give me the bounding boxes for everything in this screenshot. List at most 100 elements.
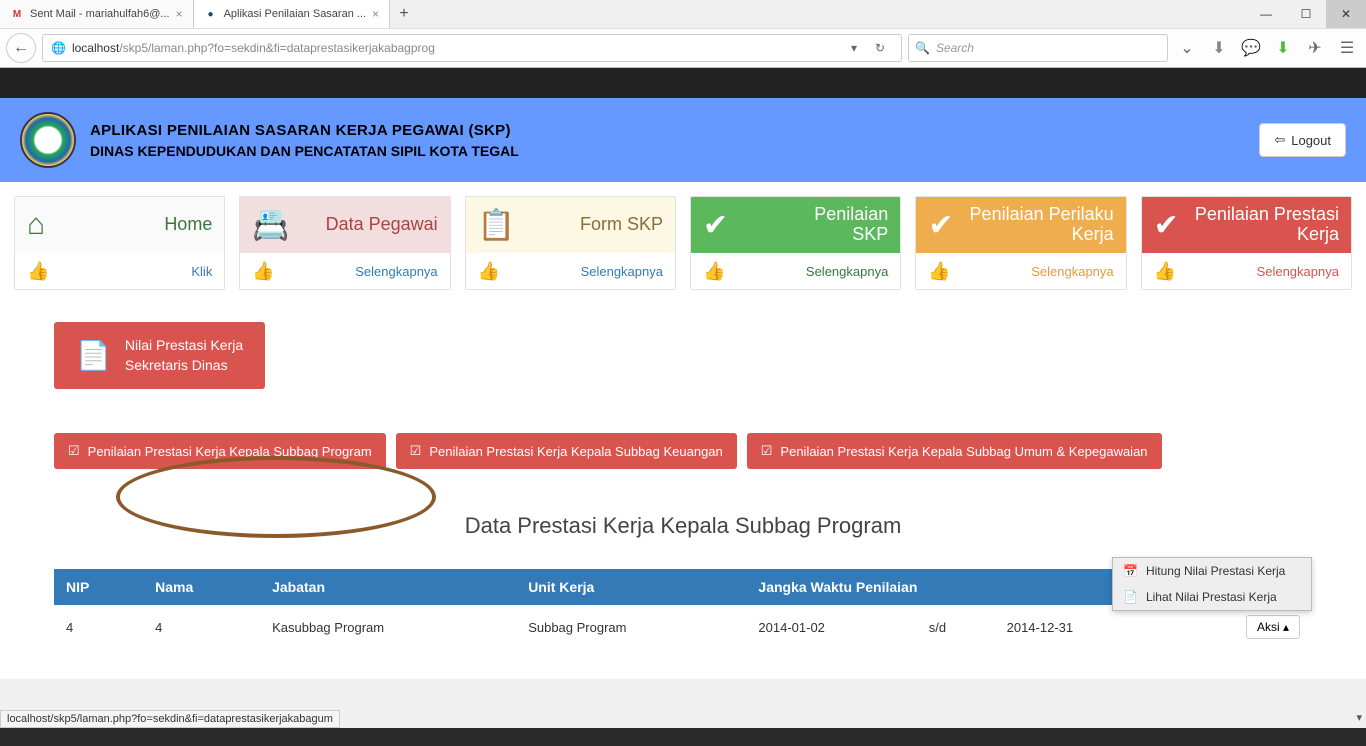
tab-button-1[interactable]: ☑Penilaian Prestasi Kerja Kepala Subbag … (396, 433, 737, 469)
logout-button[interactable]: ⇦ Logout (1259, 123, 1346, 157)
thumb-icon: 👍 (1154, 261, 1176, 282)
thumb-icon: 👍 (27, 261, 49, 282)
dark-strip (0, 68, 1366, 98)
history-dropdown-icon[interactable]: ▾ (841, 41, 867, 55)
tab-button-label: Penilaian Prestasi Kerja Kepala Subbag U… (780, 444, 1147, 459)
idm-icon[interactable]: ⬇ (1270, 38, 1296, 58)
close-icon[interactable]: × (176, 7, 183, 21)
tab-button-label: Penilaian Prestasi Kerja Kepala Subbag K… (429, 444, 722, 459)
dashboard-cards: ⌂Home👍Klik📇Data Pegawai👍Selengkapnya📋For… (0, 182, 1366, 298)
menu-item-lihat[interactable]: 📄 Lihat Nilai Prestasi Kerja (1113, 584, 1311, 610)
card-2[interactable]: 📋 Form SKP 👍 Selengkapnya (465, 196, 676, 290)
close-icon[interactable]: × (372, 7, 379, 21)
header-line1: APLIKASI PENILAIAN SASARAN KERJA PEGAWAI… (90, 122, 519, 139)
card-4[interactable]: ✔ Penilaian PerilakuKerja 👍 Selengkapnya (915, 196, 1126, 290)
cell-end: 2014-12-31 (995, 605, 1165, 649)
window-close-button[interactable]: ✕ (1326, 0, 1366, 28)
logout-icon: ⇦ (1274, 132, 1285, 148)
os-taskbar (0, 728, 1366, 746)
menu-item-hitung[interactable]: 📅 Hitung Nilai Prestasi Kerja (1113, 558, 1311, 584)
thumb-icon: 👍 (703, 261, 725, 282)
search-bar[interactable]: 🔍 Search (908, 34, 1168, 62)
tab-button-2[interactable]: ☑Penilaian Prestasi Kerja Kepala Subbag … (747, 433, 1162, 469)
card-0[interactable]: ⌂Home👍Klik (14, 196, 225, 290)
url-bar[interactable]: 🌐 localhost/skp5/laman.php?fo=sekdin&fi=… (42, 34, 902, 62)
th-nip: NIP (54, 569, 143, 605)
card-link[interactable]: Selengkapnya (355, 264, 437, 279)
send-icon[interactable]: ✈ (1302, 38, 1328, 58)
back-button[interactable]: ← (6, 33, 36, 63)
th-jabatan: Jabatan (260, 569, 516, 605)
card-title: Form SKP (580, 215, 663, 235)
new-tab-button[interactable]: + (390, 0, 418, 28)
card-icon: 📇 (252, 208, 289, 243)
caret-up-icon: ▴ (1283, 620, 1289, 634)
card-icon: ✔ (703, 208, 728, 243)
tab-app[interactable]: ● Aplikasi Penilaian Sasaran ... × (194, 0, 390, 28)
status-bar: localhost/skp5/laman.php?fo=sekdin&fi=da… (0, 710, 340, 728)
cell-start: 2014-01-02 (746, 605, 916, 649)
document-icon: 📄 (76, 339, 111, 372)
card-icon: 📋 (478, 208, 515, 243)
thumb-icon: 👍 (928, 261, 950, 282)
check-icon: ☑ (68, 443, 80, 459)
card-5[interactable]: ✔Penilaian PrestasiKerja👍Selengkapnya (1141, 196, 1352, 290)
card-3[interactable]: ✔PenilaianSKP👍Selengkapnya (690, 196, 901, 290)
table-wrapper: 📅 Hitung Nilai Prestasi Kerja 📄 Lihat Ni… (54, 569, 1312, 649)
maximize-button[interactable]: ☐ (1286, 0, 1326, 28)
card-link[interactable]: Klik (191, 264, 212, 279)
card-link[interactable]: Selengkapnya (581, 264, 663, 279)
chat-icon[interactable]: 💬 (1238, 38, 1264, 58)
tab-button-label: Penilaian Prestasi Kerja Kepala Subbag P… (88, 444, 372, 459)
search-placeholder: Search (936, 41, 974, 55)
downloads-icon[interactable]: ⬇ (1206, 38, 1232, 58)
cell-jabatan: Kasubbag Program (260, 605, 516, 649)
url-path: /skp5/laman.php?fo=sekdin&fi=dataprestas… (119, 41, 435, 55)
document-icon: 📄 (1123, 590, 1138, 604)
aksi-button[interactable]: Aksi ▴ (1246, 615, 1300, 639)
table-row: 4 4 Kasubbag Program Subbag Program 2014… (54, 605, 1312, 649)
card-icon: ⌂ (27, 208, 45, 242)
app-header: APLIKASI PENILAIAN SASARAN KERJA PEGAWAI… (0, 98, 1366, 182)
card-icon: ✔ (928, 208, 953, 243)
aksi-dropdown-menu: 📅 Hitung Nilai Prestasi Kerja 📄 Lihat Ni… (1112, 557, 1312, 611)
content-area: 📄 Nilai Prestasi Kerja Sekretaris Dinas … (0, 298, 1366, 679)
reload-icon[interactable]: ↻ (867, 41, 893, 55)
tab-buttons-row: ☑ Penilaian Prestasi Kerja Kepala Subbag … (54, 433, 1312, 469)
card-link[interactable]: Selengkapnya (1257, 264, 1339, 279)
browser-titlebar: M Sent Mail - mariahulfah6@... × ● Aplik… (0, 0, 1366, 28)
th-jangka: Jangka Waktu Penilaian (746, 569, 1165, 605)
th-unit: Unit Kerja (516, 569, 746, 605)
gmail-icon: M (10, 7, 24, 21)
tab-label: Sent Mail - mariahulfah6@... (30, 8, 170, 20)
cell-sep: s/d (917, 605, 995, 649)
chip-nilai-prestasi[interactable]: 📄 Nilai Prestasi Kerja Sekretaris Dinas (54, 322, 265, 389)
chip-line2: Sekretaris Dinas (125, 357, 228, 373)
card-icon: ✔ (1154, 208, 1179, 243)
card-1[interactable]: 📇Data Pegawai👍Selengkapnya (239, 196, 450, 290)
logout-label: Logout (1291, 133, 1331, 148)
cell-nama: 4 (143, 605, 260, 649)
thumb-icon: 👍 (478, 261, 500, 282)
thumb-icon: 👍 (252, 261, 274, 282)
emblem-logo (20, 112, 76, 168)
tab-button-0[interactable]: ☑ Penilaian Prestasi Kerja Kepala Subbag … (54, 433, 386, 469)
header-line2: DINAS KEPENDUDUKAN DAN PENCATATAN SIPIL … (90, 143, 519, 159)
tab-gmail[interactable]: M Sent Mail - mariahulfah6@... × (0, 0, 194, 28)
scroll-down-arrow[interactable]: ▾ (1356, 711, 1362, 724)
tab-label: Aplikasi Penilaian Sasaran ... (224, 8, 366, 20)
cell-nip: 4 (54, 605, 143, 649)
card-link[interactable]: Selengkapnya (806, 264, 888, 279)
cell-unit: Subbag Program (516, 605, 746, 649)
menu-icon[interactable]: ☰ (1334, 38, 1360, 58)
globe-icon: 🌐 (51, 41, 66, 55)
pocket-icon[interactable]: ⌄ (1174, 38, 1200, 58)
minimize-button[interactable]: — (1246, 0, 1286, 28)
card-title: Penilaian PerilakuKerja (970, 205, 1114, 245)
calendar-icon: 📅 (1123, 564, 1138, 578)
url-host: localhost (72, 41, 119, 55)
card-link[interactable]: Selengkapnya (1031, 264, 1113, 279)
section-title: Data Prestasi Kerja Kepala Subbag Progra… (54, 513, 1312, 539)
th-nama: Nama (143, 569, 260, 605)
search-icon: 🔍 (915, 41, 930, 55)
